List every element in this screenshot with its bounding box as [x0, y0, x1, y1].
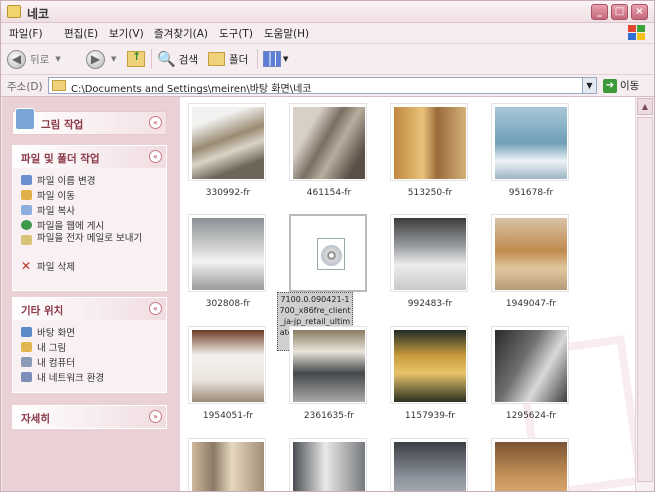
back-dropdown-icon[interactable]: ▼: [55, 55, 60, 63]
explorer-window: 네코 _ □ × 파일(F) 편집(E) 보기(V) 즐겨찾기(A) 도구(T)…: [0, 0, 655, 492]
collapse-icon[interactable]: «: [149, 116, 162, 129]
copy-icon: [21, 205, 32, 215]
address-label: 주소(D): [7, 81, 43, 93]
disc-image-icon: [317, 238, 345, 270]
thumbnail: [188, 438, 266, 491]
address-dropdown-icon[interactable]: ▼: [582, 78, 596, 93]
thumbnail: [491, 214, 569, 292]
window-title: 네코: [27, 7, 50, 21]
collapse-icon[interactable]: «: [149, 302, 162, 315]
task-rename[interactable]: 파일 이름 변경: [13, 173, 166, 188]
menu-edit[interactable]: 편집(E): [64, 26, 98, 41]
globe-icon: [21, 220, 32, 230]
go-arrow-icon: ➔: [603, 78, 617, 93]
network-icon: [21, 372, 32, 382]
menu-file[interactable]: 파일(F): [9, 26, 43, 41]
task-publish-web[interactable]: 파일을 웹에 게시: [13, 218, 166, 233]
delete-icon: ✕: [21, 259, 32, 273]
thumbnail: [390, 326, 468, 404]
menu-favorites[interactable]: 즐겨찾기(A): [154, 26, 208, 41]
vertical-scrollbar[interactable]: ▲: [635, 97, 653, 491]
back-button[interactable]: ◀ 뒤로 ▼: [7, 48, 61, 70]
menu-view[interactable]: 보기(V): [109, 26, 144, 41]
thumbnail: [289, 326, 367, 404]
task-pane: 그림 작업 « 파일 및 폴더 작업 « 파일 이름 변경 파일 이동 파일 복…: [2, 97, 180, 491]
menu-tools[interactable]: 도구(T): [219, 26, 253, 41]
folder-icon: [7, 5, 21, 18]
desktop-icon: [21, 327, 32, 337]
close-button[interactable]: ×: [631, 4, 648, 20]
address-path: C:\Documents and Settings\meiren\바탕 화면\네…: [71, 84, 312, 95]
thumbnail: [188, 326, 266, 404]
menu-help[interactable]: 도움말(H): [264, 26, 309, 41]
task-email[interactable]: 파일을 전자 메일로 보내기: [13, 233, 163, 259]
forward-dropdown-icon[interactable]: ▼: [111, 55, 116, 63]
go-button[interactable]: ➔ 이동: [603, 78, 639, 93]
views-dropdown-icon: ▼: [283, 55, 289, 63]
other-places-panel: 기타 위치 « 바탕 화면 내 그림 내 컴퓨터 내 네트워크 환경: [12, 297, 167, 393]
views-button[interactable]: ▼: [263, 48, 288, 70]
rename-icon: [21, 175, 32, 185]
folders-icon: [208, 52, 225, 66]
thumbnail: [289, 438, 367, 491]
email-icon: [21, 235, 32, 245]
expand-icon[interactable]: »: [149, 410, 162, 423]
title-bar: 네코 _ □ ×: [1, 1, 654, 23]
other-places-header[interactable]: 기타 위치 «: [13, 298, 166, 320]
scroll-thumb[interactable]: [637, 117, 653, 482]
scroll-up-icon[interactable]: ▲: [637, 98, 653, 115]
menu-bar: 파일(F) 편집(E) 보기(V) 즐겨찾기(A) 도구(T) 도움말(H): [1, 23, 654, 44]
picture-tasks-icon: [15, 108, 35, 130]
address-input[interactable]: C:\Documents and Settings\meiren\바탕 화면\네…: [48, 77, 597, 95]
collapse-icon[interactable]: «: [149, 150, 162, 163]
up-folder-icon: ↑: [127, 50, 145, 67]
place-my-pictures[interactable]: 내 그림: [13, 340, 166, 355]
search-icon: 🔍: [157, 50, 176, 68]
thumbnail: [390, 438, 468, 491]
views-icon: [263, 51, 281, 67]
thumbnail: [491, 103, 569, 181]
thumbnail: [188, 103, 266, 181]
address-bar: 주소(D) C:\Documents and Settings\meiren\바…: [1, 75, 654, 97]
thumbnail: [491, 438, 569, 491]
my-computer-icon: [21, 357, 32, 367]
toolbar: ◀ 뒤로 ▼ ▶ ▼ ↑ 🔍 검색 폴더 ▼: [1, 44, 654, 75]
maximize-button[interactable]: □: [611, 4, 628, 20]
picture-tasks-panel: 그림 작업 «: [12, 108, 167, 135]
file-tasks-panel: 파일 및 폴더 작업 « 파일 이름 변경 파일 이동 파일 복사 파일을 웹에…: [12, 145, 167, 291]
windows-logo-icon: [628, 25, 646, 41]
back-arrow-icon: ◀: [7, 49, 26, 69]
place-desktop[interactable]: 바탕 화면: [13, 325, 166, 340]
details-header[interactable]: 자세히 »: [13, 406, 166, 428]
thumbnail: [188, 214, 266, 292]
thumbnail: [289, 214, 367, 292]
file-tasks-header[interactable]: 파일 및 폴더 작업 «: [13, 146, 166, 168]
task-copy[interactable]: 파일 복사: [13, 203, 166, 218]
task-delete[interactable]: ✕ 파일 삭제: [13, 259, 166, 274]
forward-button[interactable]: ▶ ▼: [86, 48, 116, 70]
forward-arrow-icon: ▶: [86, 49, 105, 69]
file-view: 330992-fr 461154-fr 513250-fr 951678-fr …: [180, 97, 635, 491]
place-my-computer[interactable]: 내 컴퓨터: [13, 355, 166, 370]
move-icon: [21, 190, 32, 200]
picture-tasks-header[interactable]: 그림 작업 «: [13, 108, 166, 134]
my-pictures-icon: [21, 342, 32, 352]
details-panel: 자세히 »: [12, 405, 167, 429]
up-folder-button[interactable]: ↑: [127, 48, 145, 70]
thumbnail: [491, 326, 569, 404]
minimize-button[interactable]: _: [591, 4, 608, 20]
folders-button[interactable]: 폴더: [208, 48, 248, 70]
thumbnail: [390, 103, 468, 181]
thumbnail: [390, 214, 468, 292]
task-move[interactable]: 파일 이동: [13, 188, 166, 203]
place-network[interactable]: 내 네트워크 환경: [13, 370, 166, 385]
thumbnail: [289, 103, 367, 181]
folder-icon: [52, 80, 66, 91]
search-button[interactable]: 🔍 검색: [157, 48, 198, 70]
